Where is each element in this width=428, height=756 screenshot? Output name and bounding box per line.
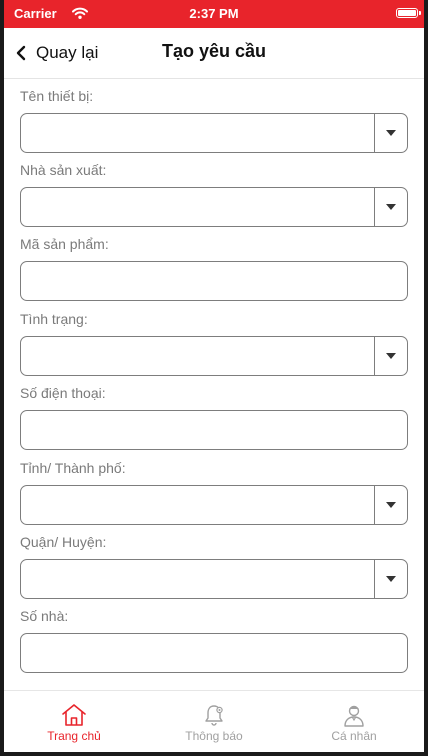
device-name-select[interactable] xyxy=(20,113,408,153)
province-label: Tỉnh/ Thành phố: xyxy=(20,460,126,476)
phone-input[interactable] xyxy=(20,410,408,450)
chevron-down-icon xyxy=(386,130,396,136)
chevron-down-icon xyxy=(386,502,396,508)
district-select[interactable] xyxy=(20,559,408,599)
phone-label: Số điện thoại: xyxy=(20,385,106,401)
product-code-label: Mã sản phẩm: xyxy=(20,236,109,252)
page-title: Tạo yêu cầu xyxy=(161,41,267,61)
condition-label: Tình trạng: xyxy=(20,311,88,327)
app-screen: Carrier 2:37 PM Quay lại Tạo yêu cầu Tên… xyxy=(4,0,424,752)
user-icon xyxy=(284,703,424,727)
battery-tip xyxy=(419,11,421,15)
battery-icon xyxy=(396,8,418,18)
tab-notifications[interactable]: Thông báo xyxy=(144,691,284,752)
tab-notifications-label: Thông báo xyxy=(185,729,243,743)
tab-home[interactable]: Trang chủ xyxy=(4,691,144,752)
manufacturer-label: Nhà sản xuất: xyxy=(20,162,107,178)
chevron-down-icon xyxy=(386,204,396,210)
dropdown-button[interactable] xyxy=(374,337,407,375)
manufacturer-select[interactable] xyxy=(20,187,408,227)
dropdown-button[interactable] xyxy=(374,188,407,226)
clock: 2:37 PM xyxy=(189,6,239,21)
tab-profile[interactable]: Cá nhân xyxy=(284,691,424,752)
product-code-input[interactable] xyxy=(20,261,408,301)
tab-profile-label: Cá nhân xyxy=(331,729,377,743)
condition-select[interactable] xyxy=(20,336,408,376)
dropdown-button[interactable] xyxy=(374,114,407,152)
tab-bar: Trang chủ Thông báo Cá nhân xyxy=(4,690,424,752)
home-icon xyxy=(4,703,144,727)
bell-icon xyxy=(144,703,284,727)
status-bar: Carrier 2:37 PM xyxy=(4,0,424,28)
chevron-down-icon xyxy=(386,353,396,359)
chevron-down-icon xyxy=(386,576,396,582)
navigation-bar: Quay lại Tạo yêu cầu xyxy=(4,28,424,79)
house-number-label: Số nhà: xyxy=(20,608,69,624)
province-select[interactable] xyxy=(20,485,408,525)
tab-home-label: Trang chủ xyxy=(47,729,101,743)
device-name-label: Tên thiết bị: xyxy=(20,88,94,104)
dropdown-button[interactable] xyxy=(374,486,407,524)
dropdown-button[interactable] xyxy=(374,560,407,598)
district-label: Quận/ Huyện: xyxy=(20,534,107,550)
house-number-input[interactable] xyxy=(20,633,408,673)
